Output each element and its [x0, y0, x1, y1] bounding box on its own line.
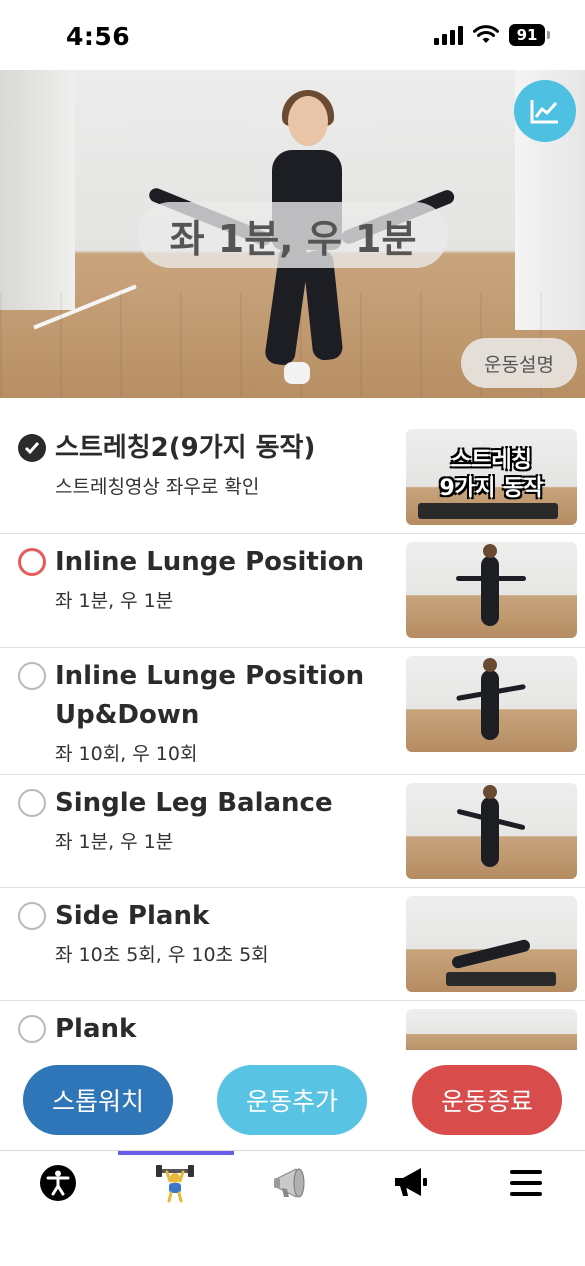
exercise-title: Side Plank — [55, 901, 210, 931]
status-time: 4:56 — [66, 22, 131, 51]
exercise-thumbnail[interactable] — [406, 542, 577, 638]
check-icon — [18, 434, 46, 462]
exercise-thumbnail[interactable] — [406, 896, 577, 992]
exercise-title-line2: Up&Down — [55, 700, 200, 730]
empty-circle-icon — [18, 789, 46, 817]
menu-icon — [510, 1170, 542, 1196]
exercise-title: Inline Lunge Position — [55, 661, 365, 691]
exercise-subtitle: 스트레칭영상 좌우로 확인 — [55, 476, 260, 498]
exercise-subtitle: 좌 10초 5회, 우 10초 5회 — [55, 944, 269, 966]
exercise-description-button[interactable]: 운동설명 — [461, 338, 577, 388]
empty-circle-icon — [18, 662, 46, 690]
exercise-title: Inline Lunge Position — [55, 547, 365, 577]
exercise-title: 스트레칭2(9가지 동작) — [55, 433, 316, 463]
megaphone-icon — [274, 1168, 305, 1198]
cellular-signal-icon — [434, 25, 463, 45]
tab-workout[interactable] — [155, 1163, 195, 1203]
exercise-item[interactable]: Inline Lunge Position Up&Down 좌 10회, 우 1… — [0, 648, 585, 775]
stats-button[interactable] — [514, 80, 576, 142]
video-caption: 좌 1분, 우 1분 — [138, 202, 448, 268]
end-workout-button[interactable]: 운동종료 — [412, 1065, 562, 1135]
tab-broadcast[interactable] — [272, 1163, 312, 1203]
active-tab-indicator — [118, 1151, 234, 1155]
video-background — [0, 70, 75, 310]
tab-announcements[interactable] — [390, 1163, 430, 1203]
accessibility-icon — [40, 1165, 76, 1201]
chart-line-icon — [530, 100, 558, 124]
exercise-item[interactable]: Plank — [0, 1001, 585, 1050]
exercise-subtitle: 좌 10회, 우 10회 — [55, 743, 198, 765]
thumbnail-text: 스트레칭 9가지 동작 — [439, 448, 544, 501]
progress-ring-icon — [18, 548, 46, 576]
exercise-thumbnail[interactable]: 스트레칭 9가지 동작 — [406, 429, 577, 525]
exercise-subtitle: 좌 1분, 우 1분 — [55, 590, 174, 612]
exercise-title: Plank — [55, 1014, 137, 1044]
action-bar: 스톱워치 운동추가 운동종료 — [0, 1050, 585, 1150]
add-exercise-button[interactable]: 운동추가 — [217, 1065, 367, 1135]
tab-accessibility[interactable] — [38, 1163, 78, 1203]
wifi-icon — [473, 25, 499, 43]
status-bar: 4:56 91 — [0, 0, 585, 70]
exercise-list[interactable]: 스트레칭2(9가지 동작) 스트레칭영상 좌우로 확인 스트레칭 9가지 동작 … — [0, 420, 585, 1050]
exercise-thumbnail[interactable] — [406, 656, 577, 752]
exercise-item[interactable]: 스트레칭2(9가지 동작) 스트레칭영상 좌우로 확인 스트레칭 9가지 동작 — [0, 420, 585, 534]
exercise-thumbnail[interactable] — [406, 1009, 577, 1050]
exercise-video[interactable]: 좌 1분, 우 1분 운동설명 — [0, 70, 585, 398]
exercise-item[interactable]: Side Plank 좌 10초 5회, 우 10초 5회 — [0, 888, 585, 1001]
status-icons: 91 — [434, 24, 550, 46]
tab-menu[interactable] — [506, 1163, 546, 1203]
exercise-title: Single Leg Balance — [55, 788, 333, 818]
empty-circle-icon — [18, 1015, 46, 1043]
empty-circle-icon — [18, 902, 46, 930]
weightlifter-icon — [156, 1165, 194, 1203]
announcement-icon — [395, 1168, 427, 1196]
exercise-subtitle: 좌 1분, 우 1분 — [55, 831, 174, 853]
battery-indicator: 91 — [509, 24, 550, 46]
stopwatch-button[interactable]: 스톱워치 — [23, 1065, 173, 1135]
exercise-thumbnail[interactable] — [406, 783, 577, 879]
exercise-item[interactable]: Inline Lunge Position 좌 1분, 우 1분 — [0, 534, 585, 648]
exercise-item[interactable]: Single Leg Balance 좌 1분, 우 1분 — [0, 775, 585, 888]
tab-bar — [0, 1150, 585, 1212]
